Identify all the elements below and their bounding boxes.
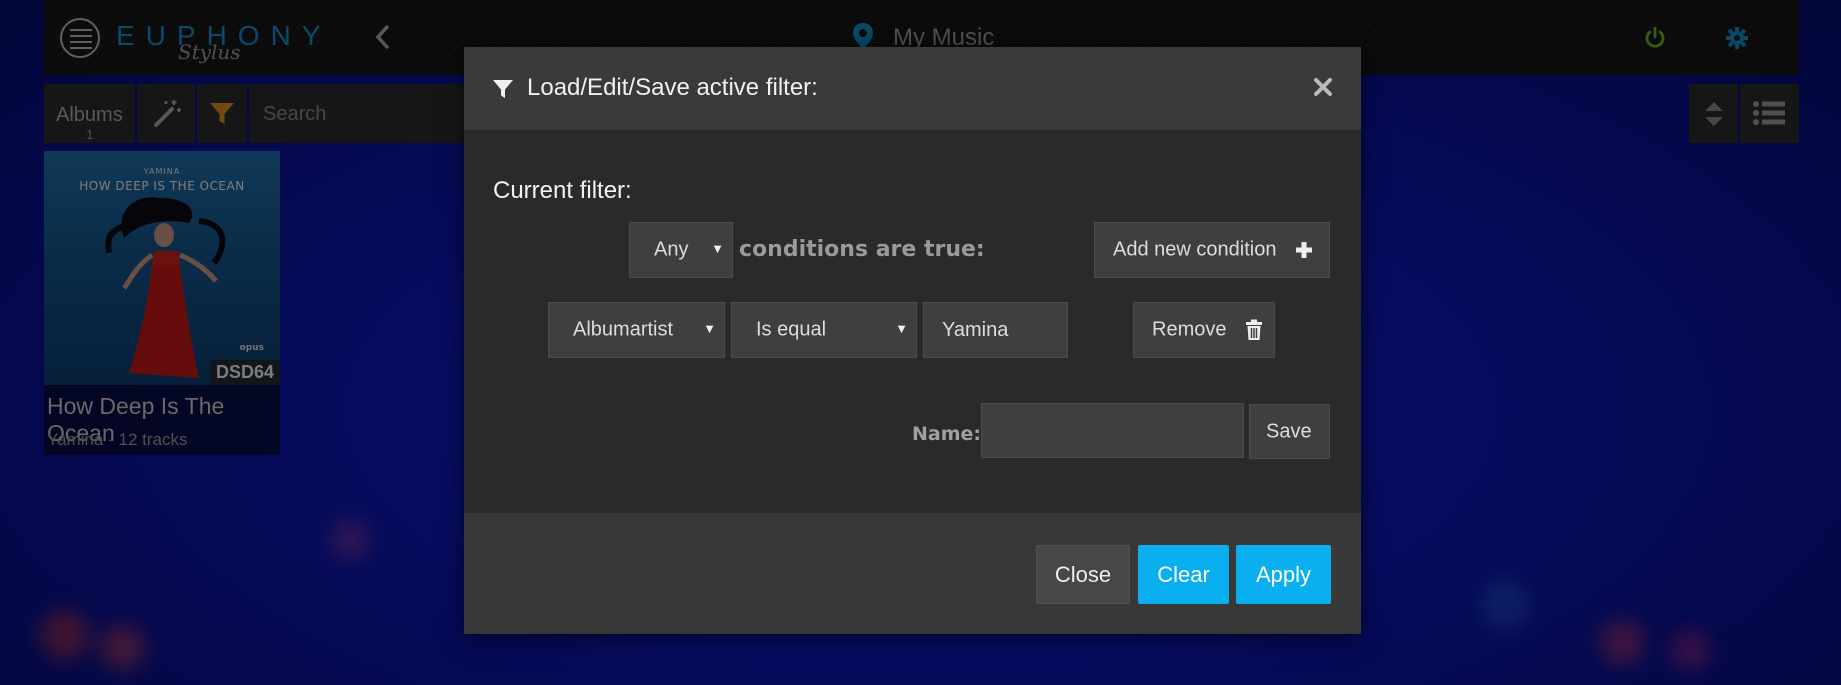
- caret-down-icon: ▼: [895, 321, 908, 336]
- add-condition-label: Add new condition: [1113, 238, 1277, 261]
- condition-operator-value: Is equal: [756, 318, 827, 341]
- caret-down-icon: ▼: [711, 241, 724, 256]
- plus-icon: [1296, 242, 1312, 258]
- condition-field-value: Albumartist: [573, 318, 674, 341]
- save-label: Save: [1266, 420, 1312, 442]
- name-label: Name:: [912, 423, 982, 445]
- apply-button[interactable]: Apply: [1236, 545, 1331, 604]
- save-button[interactable]: Save: [1249, 404, 1330, 459]
- close-button[interactable]: Close: [1036, 545, 1130, 604]
- match-mode-select[interactable]: Any ▼: [629, 222, 733, 278]
- condition-operator-select[interactable]: Is equal ▼: [731, 302, 917, 358]
- section-title: Current filter:: [493, 177, 632, 204]
- conditions-text: conditions are true:: [739, 237, 985, 262]
- filter-dialog: Load/Edit/Save active filter: Current fi…: [464, 47, 1361, 634]
- clear-label: Clear: [1157, 561, 1210, 587]
- clear-button[interactable]: Clear: [1138, 545, 1229, 604]
- condition-value-input[interactable]: [923, 302, 1068, 358]
- dialog-title: Load/Edit/Save active filter:: [527, 74, 818, 101]
- remove-condition-button[interactable]: Remove: [1133, 302, 1275, 358]
- add-condition-button[interactable]: Add new condition: [1094, 222, 1330, 278]
- caret-down-icon: ▼: [703, 321, 716, 336]
- dialog-header: Load/Edit/Save active filter:: [464, 47, 1361, 130]
- close-icon[interactable]: [1309, 73, 1337, 101]
- apply-label: Apply: [1255, 561, 1312, 587]
- filter-icon: [493, 80, 513, 98]
- filter-name-input[interactable]: [981, 403, 1244, 458]
- match-mode-value: Any: [654, 238, 689, 261]
- close-label: Close: [1054, 561, 1112, 587]
- remove-label: Remove: [1152, 318, 1227, 341]
- condition-field-select[interactable]: Albumartist ▼: [548, 302, 725, 358]
- trash-icon: [1246, 319, 1262, 340]
